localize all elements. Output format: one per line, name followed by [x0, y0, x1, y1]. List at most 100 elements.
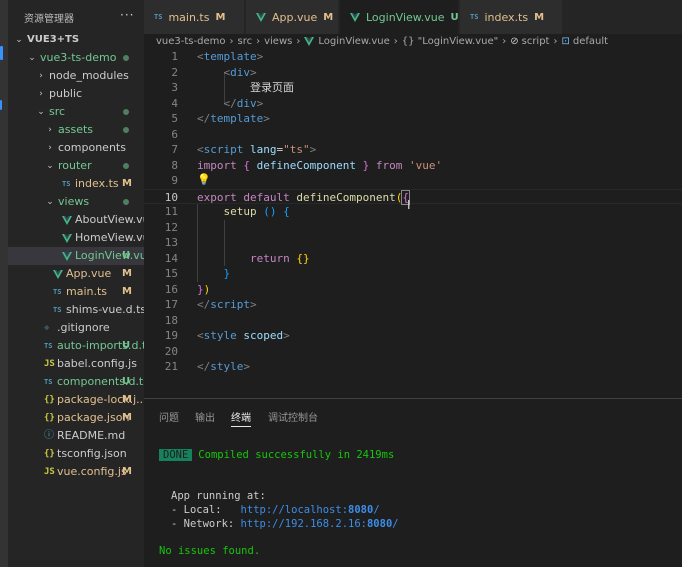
code-line[interactable]: 3 登录页面 — [144, 80, 682, 96]
lightbulb-icon[interactable]: 💡 — [197, 173, 211, 186]
breadcrumb-item[interactable]: src — [237, 36, 252, 47]
tree-file[interactable]: ⓘ README.md — [8, 427, 144, 445]
tree-folder[interactable]: › components — [8, 139, 144, 157]
tree-folder[interactable]: › node_modules — [8, 67, 144, 85]
tree-file[interactable]: JS babel.config.js — [8, 355, 144, 373]
code-token: from — [375, 158, 403, 172]
code-token: ) — [203, 282, 211, 296]
tree-file[interactable]: TS main.ts M — [8, 283, 144, 301]
code-line[interactable]: 12 — [144, 220, 682, 236]
code-token: < — [197, 329, 204, 342]
code-line[interactable]: 13 — [144, 235, 682, 251]
breadcrumb-item[interactable]: script — [522, 36, 550, 47]
tree-file[interactable]: App.vue M — [8, 265, 144, 283]
code-token: } — [197, 282, 204, 296]
line-number: 5 — [171, 112, 178, 125]
chevron-down-icon[interactable]: ⌄ — [45, 157, 55, 175]
tab-loginview-vue[interactable]: LoginView.vueU✕ — [340, 0, 477, 34]
code-line[interactable]: 5 </template> — [144, 111, 682, 127]
code-line[interactable]: 14 return {} — [144, 251, 682, 267]
code-line[interactable]: 16}) — [144, 282, 682, 298]
tree-file[interactable]: JS vue.config.js M — [8, 463, 144, 481]
code-editor[interactable]: 1 <template> 2 <div> 3 登录页面 4 </div> 5 </templ… — [144, 48, 682, 398]
code-line[interactable]: 21 </style> — [144, 359, 682, 375]
local-url-slash: / — [373, 504, 380, 516]
chevron-down-icon[interactable]: ⌄ — [45, 193, 55, 211]
code-line[interactable]: 4 </div> — [144, 96, 682, 112]
code-line[interactable]: 18 — [144, 313, 682, 329]
code-line[interactable]: 8 import { defineComponent } from 'vue' — [144, 158, 682, 174]
breadcrumb-item[interactable]: LoginView.vue — [318, 36, 389, 47]
breadcrumb-item[interactable]: views — [264, 36, 292, 47]
network-url-link[interactable]: http://192.168.2.16:8080/ — [241, 518, 399, 530]
more-actions-icon[interactable]: ··· — [120, 8, 134, 22]
code-text: <script lang="ts"> — [197, 142, 316, 158]
tab-app-vue[interactable]: App.vue M — [246, 0, 338, 34]
code-token: import — [197, 158, 237, 172]
tab-output[interactable]: 输出 — [195, 409, 215, 427]
tab-index-ts[interactable]: TS index.ts M — [460, 0, 562, 34]
tree-file[interactable]: ◆ .gitignore — [8, 319, 144, 337]
code-line[interactable]: 2 <div> — [144, 65, 682, 81]
app-running-text: App running at: — [171, 490, 266, 502]
ts-file-icon: TS — [53, 306, 62, 314]
code-line[interactable]: 10 export default defineComponent({ — [144, 188, 682, 205]
chevron-down-icon[interactable]: ⌄ — [14, 31, 24, 49]
tree-file[interactable]: TS shims-vue.d.ts — [8, 301, 144, 319]
tab-debug-console[interactable]: 调试控制台 — [268, 409, 318, 427]
code-line[interactable]: 17 </script> — [144, 297, 682, 313]
tree-folder[interactable]: › assets — [8, 121, 144, 139]
tree-file[interactable]: TS auto-imports.d.ts U — [8, 337, 144, 355]
git-status-badge: M — [122, 394, 132, 405]
tree-folder[interactable]: ⌄ vue3-ts-demo — [8, 49, 144, 67]
code-line[interactable]: 9 — [144, 173, 682, 189]
code-text: </template> — [197, 111, 270, 127]
code-token: script — [203, 143, 244, 156]
code-line[interactable]: 7 <script lang="ts"> — [144, 142, 682, 158]
local-url-link[interactable]: http://localhost:8080/ — [241, 504, 380, 516]
breadcrumb-item[interactable]: vue3-ts-demo — [156, 36, 225, 47]
chevron-down-icon[interactable]: ⌄ — [36, 103, 46, 121]
chevron-down-icon[interactable]: ⌄ — [27, 49, 37, 67]
tree-folder[interactable]: ⌄ VUE3+TS — [8, 31, 144, 49]
tree-item-label: vue.config.js — [57, 465, 127, 478]
code-line[interactable]: 15 } — [144, 266, 682, 282]
code-line[interactable]: 11 setup () { — [144, 204, 682, 220]
tree-folder[interactable]: ⌄ src — [8, 103, 144, 121]
breadcrumb-item[interactable]: {} "LoginView.vue" — [402, 36, 498, 47]
vue-file-icon — [62, 211, 72, 229]
tree-file[interactable]: AboutView.vue — [8, 211, 144, 229]
chevron-right-icon[interactable]: › — [36, 85, 46, 103]
tree-file[interactable]: TS index.ts M — [8, 175, 144, 193]
code-line[interactable]: 20 — [144, 344, 682, 360]
git-status-badge: M — [122, 466, 132, 477]
breadcrumb-item[interactable]: default — [573, 36, 608, 47]
chevron-right-icon[interactable]: › — [36, 67, 46, 85]
chevron-right-icon[interactable]: › — [45, 121, 55, 139]
tree-folder[interactable]: ⌄ router — [8, 157, 144, 175]
tab-problems[interactable]: 问题 — [159, 409, 179, 427]
scm-indicator[interactable] — [0, 100, 2, 110]
code-line[interactable]: 6 — [144, 127, 682, 143]
explorer-indicator[interactable] — [0, 46, 3, 60]
code-token: return — [249, 251, 290, 265]
tree-file[interactable]: TS components.d.ts U — [8, 373, 144, 391]
tree-file[interactable]: {} package.json M — [8, 409, 144, 427]
tree-file[interactable]: {} tsconfig.json — [8, 445, 144, 463]
tab-terminal[interactable]: 终端 — [231, 409, 251, 427]
tab-main-ts[interactable]: TS main.ts M — [144, 0, 244, 34]
tree-folder[interactable]: › public — [8, 85, 144, 103]
tree-folder[interactable]: ⌄ views — [8, 193, 144, 211]
code-line[interactable]: 19 <style scoped> — [144, 328, 682, 344]
line-number: 2 — [171, 65, 178, 79]
tree-file[interactable]: HomeView.vue — [8, 229, 144, 247]
tree-item-label: App.vue — [66, 267, 112, 280]
tab-label: index.ts — [484, 10, 529, 24]
tree-file[interactable]: {} package-lock.j... M — [8, 391, 144, 409]
tree-file[interactable]: LoginView.vueU — [8, 247, 144, 265]
code-line[interactable]: 1 <template> — [144, 49, 682, 65]
chevron-right-icon[interactable]: › — [45, 139, 55, 157]
code-token: > — [243, 360, 250, 373]
